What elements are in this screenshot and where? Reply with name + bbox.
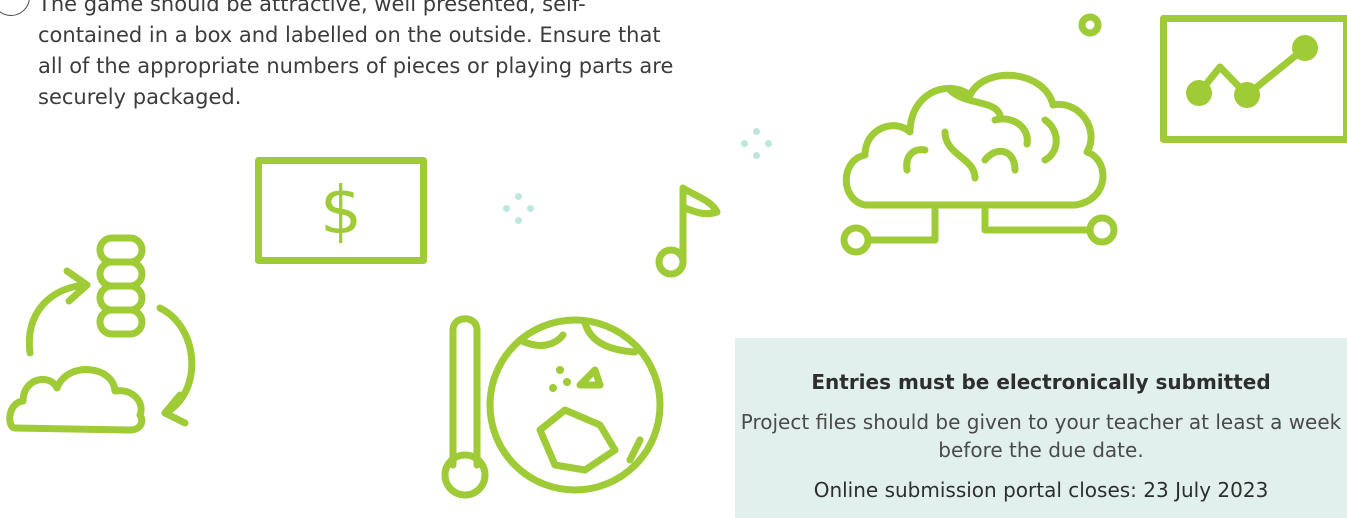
line-chart-icon bbox=[1160, 15, 1347, 143]
music-note-icon bbox=[655, 184, 721, 278]
globe-thermometer-icon bbox=[441, 315, 664, 499]
sparkle-decoration bbox=[741, 128, 773, 160]
dollar-symbol: $ bbox=[320, 172, 362, 249]
submission-body: Project files should be given to your te… bbox=[740, 410, 1342, 462]
brain-cloud-icon bbox=[840, 71, 1118, 256]
submission-title: Entries must be electronically submitted bbox=[811, 370, 1271, 394]
small-circle-icon bbox=[1078, 13, 1102, 37]
database-cloud-sync-icon bbox=[6, 234, 196, 434]
dollar-bill-icon: $ bbox=[255, 157, 427, 264]
submission-info-box: Entries must be electronically submitted… bbox=[735, 338, 1347, 518]
list-marker bbox=[0, 0, 30, 16]
requirement-text: The game should be attractive, well pres… bbox=[38, 0, 674, 109]
sparkle-decoration bbox=[503, 193, 535, 225]
submission-deadline: Online submission portal closes: 23 July… bbox=[813, 478, 1269, 502]
